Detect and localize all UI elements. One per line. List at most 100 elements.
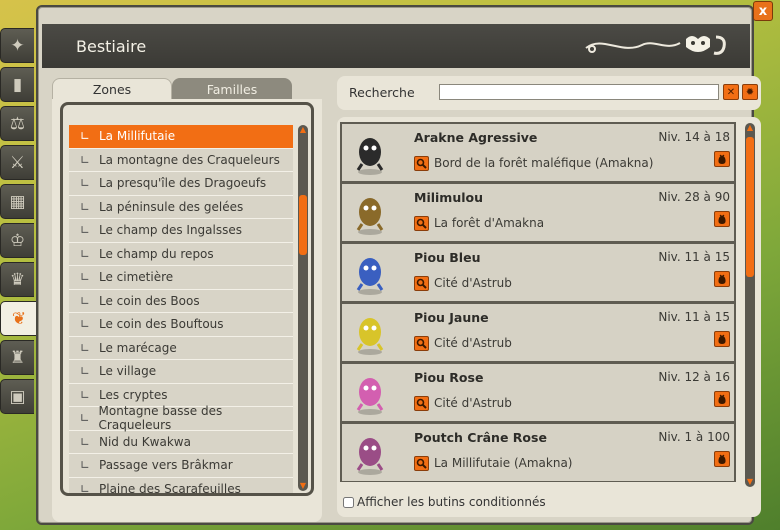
- monster-entry[interactable]: Piou Bleu Niv. 11 à 15 Cité d'Astrub: [340, 242, 736, 302]
- zone-label: La montagne des Craqueleurs: [99, 152, 280, 167]
- tree-branch-icon: ∟: [79, 387, 91, 402]
- zone-label: Plaine des Scarafeuilles: [99, 481, 241, 496]
- locate-button[interactable]: [414, 216, 429, 231]
- scroll-up-arrow-icon[interactable]: ▲: [745, 123, 755, 133]
- monster-entry[interactable]: Milimulou Niv. 28 à 90 La forêt d'Amakna: [340, 182, 736, 242]
- monster-portrait: [356, 318, 384, 355]
- side-tab-crown[interactable]: ♛: [0, 262, 34, 297]
- zone-list-item[interactable]: ∟ La montagne des Craqueleurs: [69, 148, 293, 172]
- conditional-loot-checkbox[interactable]: [343, 496, 354, 508]
- gear-icon: ✹: [745, 86, 755, 98]
- zone-list-item[interactable]: ∟ Le champ des Ingalsses: [69, 219, 293, 243]
- side-tab-scales[interactable]: ⚖: [0, 106, 34, 141]
- clear-search-button[interactable]: ✕: [723, 84, 739, 100]
- zone-label: Le champ des Ingalsses: [99, 223, 243, 238]
- magnifier-icon: [416, 158, 427, 169]
- tree-branch-icon: ∟: [79, 317, 91, 332]
- zone-label: Les cryptes: [99, 387, 168, 402]
- zone-list-item[interactable]: ∟ Passage vers Brâkmar: [69, 454, 293, 478]
- tab-families[interactable]: Familles: [172, 78, 292, 100]
- zone-list-item[interactable]: ∟ La péninsule des gelées: [69, 195, 293, 219]
- zone-list-item[interactable]: ∟ Montagne basse des Craqueleurs: [69, 404, 293, 433]
- side-tab-bar: ✦ ▮ ⚖ ⚔ ▦ ♔ ♛ ❦ ♜ ▣: [0, 28, 37, 418]
- side-tab-trophy[interactable]: ♔: [0, 223, 34, 258]
- zone-label: Le marécage: [99, 340, 177, 355]
- close-icon: x: [758, 3, 768, 19]
- zone-scrollbar[interactable]: ▲ ▼: [298, 125, 308, 491]
- zone-label: Le village: [99, 364, 157, 379]
- monster-entry[interactable]: Piou Rose Niv. 12 à 16 Cité d'Astrub: [340, 362, 736, 422]
- tree-branch-icon: ∟: [79, 129, 91, 144]
- scroll-thumb[interactable]: [746, 137, 754, 277]
- zone-list-item[interactable]: ∟ Plaine des Scarafeuilles: [69, 477, 293, 496]
- zone-label: Montagne basse des Craqueleurs: [98, 404, 223, 433]
- zone-list-item[interactable]: ∟ Le champ du repos: [69, 242, 293, 266]
- close-window-button[interactable]: x: [753, 1, 773, 21]
- scroll-down-arrow-icon[interactable]: ▼: [298, 481, 308, 491]
- zone-list-item[interactable]: ∟ Le cimetière: [69, 266, 293, 290]
- monster-entry[interactable]: Piou Jaune Niv. 11 à 15 Cité d'Astrub: [340, 302, 736, 362]
- search-settings-button[interactable]: ✹: [742, 84, 758, 100]
- monster-name: Piou Rose: [414, 370, 484, 385]
- monster-name: Piou Bleu: [414, 250, 481, 265]
- drops-button[interactable]: [714, 271, 730, 287]
- zone-list-item[interactable]: ∟ La presqu'île des Dragoeufs: [69, 172, 293, 196]
- monster-entry[interactable]: Arakne Agressive Niv. 14 à 18 Bord de la…: [340, 122, 736, 182]
- drops-button[interactable]: [714, 391, 730, 407]
- drops-button[interactable]: [714, 451, 730, 467]
- side-tab-horned-helmet[interactable]: ♜: [0, 340, 34, 375]
- zone-list-item[interactable]: ∟ La Millifutaie: [69, 125, 293, 149]
- zone-label: La Millifutaie: [99, 129, 176, 144]
- side-tab-book[interactable]: ▮: [0, 67, 34, 102]
- tree-branch-icon: ∟: [79, 434, 91, 449]
- results-scrollbar[interactable]: ▲ ▼: [745, 123, 755, 487]
- tab-zones[interactable]: Zones: [52, 78, 172, 100]
- tree-branch-icon: ∟: [79, 270, 91, 285]
- zone-list-item[interactable]: ∟ Le marécage: [69, 336, 293, 360]
- side-tab-wand[interactable]: ✦: [0, 28, 34, 63]
- drops-button[interactable]: [714, 151, 730, 167]
- conditional-loot-toggle[interactable]: Afficher les butins conditionnés: [343, 495, 546, 509]
- zone-list-item[interactable]: ∟ Le coin des Boos: [69, 289, 293, 313]
- monster-portrait: [356, 138, 384, 175]
- scroll-down-arrow-icon[interactable]: ▼: [745, 477, 755, 487]
- locate-button[interactable]: [414, 396, 429, 411]
- locate-button[interactable]: [414, 336, 429, 351]
- side-tab-padlock-book[interactable]: ▣: [0, 379, 34, 414]
- zone-label: Le coin des Boos: [99, 293, 200, 308]
- monster-location: Cité d'Astrub: [434, 276, 512, 290]
- monster-list: Arakne Agressive Niv. 14 à 18 Bord de la…: [340, 122, 736, 492]
- magnifier-icon: [416, 278, 427, 289]
- tree-branch-icon: ∟: [79, 152, 91, 167]
- magnifier-icon: [416, 218, 427, 229]
- drops-button[interactable]: [714, 211, 730, 227]
- zone-list-item[interactable]: ∟ Le coin des Bouftous: [69, 313, 293, 337]
- magnifier-icon: [416, 458, 427, 469]
- zone-list-item[interactable]: ∟ Le village: [69, 360, 293, 384]
- locate-button[interactable]: [414, 276, 429, 291]
- monster-name: Arakne Agressive: [414, 130, 538, 145]
- title-bar: Bestiaire: [42, 24, 750, 68]
- search-input[interactable]: [439, 84, 719, 100]
- zone-list-item[interactable]: ∟ Nid du Kwakwa: [69, 430, 293, 454]
- scroll-thumb[interactable]: [299, 195, 307, 255]
- loot-bag-icon: [718, 454, 726, 464]
- magnifier-icon: [416, 338, 427, 349]
- monster-entry[interactable]: Poutch Crâne Rose Niv. 1 à 100 La Millif…: [340, 422, 736, 482]
- side-tab-crossed-axes[interactable]: ⚔: [0, 145, 34, 180]
- drops-button[interactable]: [714, 331, 730, 347]
- monster-level: Niv. 11 à 15: [658, 250, 730, 264]
- tree-branch-icon: ∟: [79, 223, 91, 238]
- scroll-up-arrow-icon[interactable]: ▲: [298, 125, 308, 135]
- locate-button[interactable]: [414, 156, 429, 171]
- monster-head-icon: ❦: [11, 308, 27, 329]
- search-label: Recherche: [349, 85, 415, 100]
- side-tab-monster-head[interactable]: ❦: [0, 301, 37, 336]
- tree-branch-icon: ∟: [79, 246, 91, 261]
- tree-branch-icon: ∟: [79, 364, 91, 379]
- tree-branch-icon: ∟: [79, 340, 91, 355]
- locate-button[interactable]: [414, 456, 429, 471]
- zone-label: Nid du Kwakwa: [99, 434, 191, 449]
- loot-bag-icon: [718, 334, 726, 344]
- side-tab-calendar[interactable]: ▦: [0, 184, 34, 219]
